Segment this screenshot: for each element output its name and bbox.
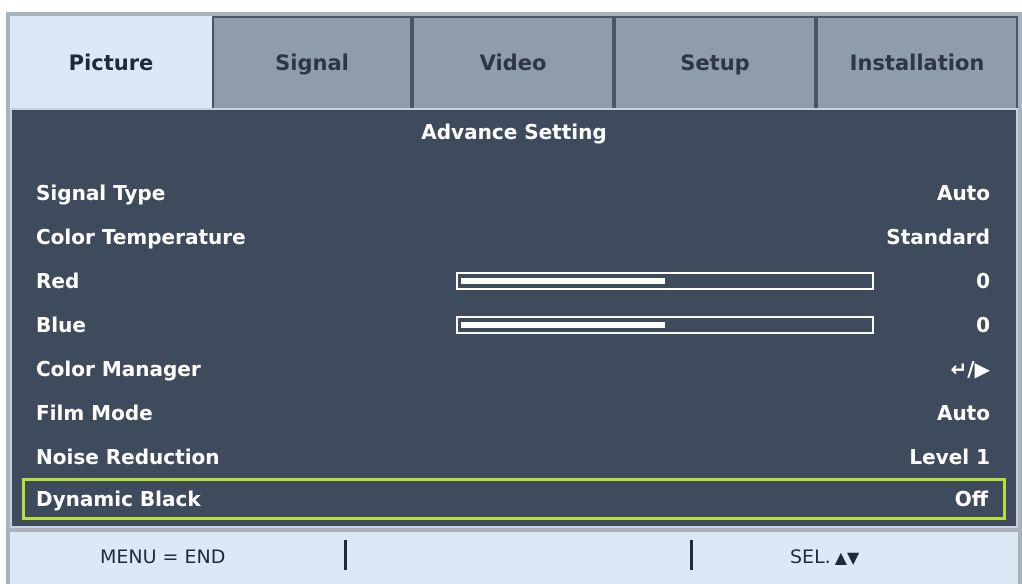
tab-installation[interactable]: Installation: [816, 16, 1018, 108]
row-noise-reduction[interactable]: Noise Reduction Level 1: [26, 436, 1004, 478]
select-hint-label: SEL.: [790, 546, 831, 568]
tab-label: Signal: [275, 51, 349, 75]
row-color-manager[interactable]: Color Manager ↵/▶: [26, 348, 1004, 390]
up-down-arrows-icon: ▲▼: [834, 548, 860, 567]
row-value: Standard: [886, 225, 990, 249]
tab-signal[interactable]: Signal: [212, 16, 412, 108]
row-label: Blue: [36, 313, 86, 337]
row-signal-type[interactable]: Signal Type Auto: [26, 172, 1004, 214]
divider: [690, 540, 693, 570]
row-label: Film Mode: [36, 401, 153, 425]
row-value: Level 1: [909, 445, 990, 469]
row-blue[interactable]: Blue 0: [26, 304, 1004, 346]
row-film-mode[interactable]: Film Mode Auto: [26, 392, 1004, 434]
blue-slider-fill: [461, 322, 665, 328]
row-label: Noise Reduction: [36, 445, 220, 469]
tab-label: Installation: [849, 51, 985, 75]
projector-osd-menu: Picture Signal Video Setup Installation …: [6, 12, 1022, 584]
row-value: Auto: [936, 401, 990, 425]
menu-end-hint: MENU = END: [100, 546, 226, 568]
menu-tabs: Picture Signal Video Setup Installation: [10, 16, 1018, 108]
tab-label: Video: [479, 51, 547, 75]
enter-arrow-icon: ↵/▶: [950, 357, 990, 381]
row-red[interactable]: Red 0: [26, 260, 1004, 302]
row-dynamic-black[interactable]: Dynamic Black Off: [22, 478, 1006, 520]
row-label: Color Manager: [36, 357, 201, 381]
settings-panel: Advance Setting Signal Type Auto Color T…: [10, 108, 1018, 528]
tab-picture[interactable]: Picture: [10, 16, 212, 108]
red-slider[interactable]: [456, 272, 874, 290]
divider: [344, 540, 347, 570]
row-value: 0: [976, 313, 990, 337]
tab-label: Picture: [68, 51, 154, 75]
blue-slider[interactable]: [456, 316, 874, 334]
row-value: 0: [976, 269, 990, 293]
row-label: Red: [36, 269, 80, 293]
red-slider-fill: [461, 278, 665, 284]
select-hint: SEL. ▲▼: [790, 546, 859, 568]
tab-label: Setup: [680, 51, 750, 75]
tab-setup[interactable]: Setup: [614, 16, 816, 108]
row-label: Dynamic Black: [36, 487, 201, 511]
hint-bar: MENU = END SEL. ▲▼: [10, 532, 1018, 584]
row-label: Color Temperature: [36, 225, 246, 249]
row-value: Off: [954, 487, 988, 511]
panel-title: Advance Setting: [421, 120, 607, 144]
tab-video[interactable]: Video: [412, 16, 614, 108]
row-label: Signal Type: [36, 181, 166, 205]
row-color-temperature[interactable]: Color Temperature Standard: [26, 216, 1004, 258]
row-value: Auto: [936, 181, 990, 205]
